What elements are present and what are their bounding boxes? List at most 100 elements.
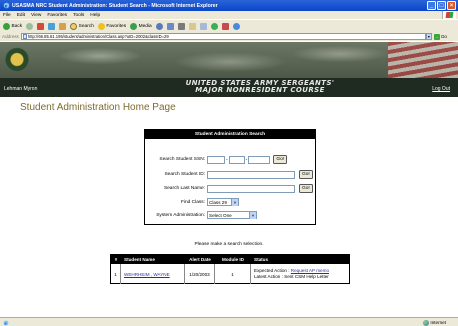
menu-edit[interactable]: Edit (17, 13, 25, 18)
table-row: 1 WEHRHEIM , WAYNE 1/20/2003 1 Expected … (111, 264, 349, 284)
ssn-part3-input[interactable] (248, 155, 271, 164)
chevron-down-icon: ▼ (231, 199, 238, 207)
star-icon (97, 22, 105, 30)
page-title: Student Administration Home Page (20, 102, 176, 113)
menu-tools[interactable]: Tools (73, 13, 84, 18)
edit-button[interactable] (188, 22, 196, 30)
system-admin-select[interactable]: Select One ▼ (207, 211, 257, 220)
row-number: 1 (111, 264, 121, 284)
media-icon (130, 22, 138, 30)
print-icon (177, 22, 185, 30)
find-class-select[interactable]: Class 29 ▼ (207, 198, 239, 207)
user-name: Lehman Myron (4, 86, 38, 92)
print-button[interactable] (177, 22, 185, 30)
search-icon (70, 22, 78, 30)
ssn-part1-input[interactable] (207, 155, 225, 164)
site-banner: Lehman Myron UNITED STATES ARMY SERGEANT… (0, 42, 458, 97)
col-header-status: Status (254, 257, 269, 262)
last-name-label: Search Last Name: (163, 186, 205, 191)
col-header-student-name: Student Name (124, 257, 155, 262)
research-button[interactable] (221, 22, 229, 30)
edit-icon (188, 22, 196, 30)
menu-file[interactable]: File (3, 13, 11, 18)
refresh-button[interactable] (48, 22, 56, 30)
latest-action-line: Latest Action : Sent CSM Help Letter (254, 274, 329, 279)
favorites-button[interactable]: Favorites (97, 22, 126, 30)
system-admin-label: System Administration: (156, 212, 205, 218)
banner-headline-line2: MAJOR NONRESIDENT COURSE (195, 86, 325, 94)
globe-icon (422, 319, 429, 326)
last-name-row: Search Last Name: Go! (147, 184, 313, 193)
research-icon (221, 22, 229, 30)
student-id-label: Search Student ID: (164, 172, 205, 177)
menu-favorites[interactable]: Favorites (47, 13, 67, 18)
maximize-button[interactable]: □ (437, 1, 446, 10)
student-id-input[interactable] (207, 170, 295, 179)
security-zone: Internet (422, 319, 446, 326)
col-header-module-id: Module ID (222, 257, 244, 262)
last-name-go-button[interactable]: Go! (299, 184, 313, 193)
army-crest-icon (4, 46, 30, 76)
minimize-button[interactable]: _ (427, 1, 436, 10)
back-button[interactable]: Back (3, 22, 22, 30)
history-button[interactable] (155, 22, 163, 30)
window-title-bar: e USASMA NRC Student Administration: Stu… (0, 0, 458, 11)
page-status-icon: e (3, 320, 9, 326)
menu-help[interactable]: Help (90, 13, 100, 18)
ssn-label: Search Student SSN: (159, 157, 205, 162)
col-header-alert-date: Alert Date (189, 257, 211, 262)
flag-image (388, 42, 458, 82)
window-title: USASMA NRC Student Administration: Stude… (12, 2, 218, 9)
status-bar: e Internet (0, 317, 458, 326)
last-name-input[interactable] (207, 184, 295, 193)
banner-headline: UNITED STATES ARMY SERGEANTS' MAJOR NONR… (160, 80, 360, 94)
search-panel: Student Administration Search Search Stu… (144, 129, 316, 225)
toolbar: Back Search Favorites Media (0, 19, 458, 32)
col-header-number: # (114, 257, 118, 262)
address-bar: Address http://66.85.61.195/student/admi… (0, 32, 458, 41)
request-ap-memo-link[interactable]: Request AP memo (291, 268, 329, 273)
home-icon (59, 22, 67, 30)
logout-link[interactable]: Log Out (432, 86, 450, 92)
student-id-row: Search Student ID: Go! (147, 170, 313, 179)
address-dropdown-button[interactable]: ▾ (425, 33, 432, 40)
ssn-dash-1: - (226, 156, 228, 163)
row-alert-date: 1/20/2003 (185, 264, 215, 284)
zone-label: Internet (430, 320, 446, 325)
ssn-go-button[interactable]: Go! (273, 155, 288, 164)
search-button[interactable]: Search (70, 22, 94, 30)
go-button[interactable]: → Go (433, 33, 447, 40)
window-controls: _ □ × (427, 1, 456, 10)
extra-tool-button[interactable] (232, 22, 240, 30)
close-button[interactable]: × (447, 1, 456, 10)
search-panel-header: Student Administration Search (145, 130, 315, 139)
messenger-icon (210, 22, 218, 30)
home-button[interactable] (59, 22, 67, 30)
mail-icon (166, 22, 174, 30)
discuss-icon (199, 22, 207, 30)
results-table: # Student Name Alert Date Module ID Stat… (110, 254, 350, 284)
back-arrow-icon (3, 22, 10, 30)
address-input[interactable]: http://66.85.61.195/student/administrati… (20, 33, 426, 40)
find-class-row: Find Class: Class 29 ▼ (147, 198, 239, 207)
ssn-part2-input[interactable] (228, 155, 245, 164)
student-id-go-button[interactable]: Go! (299, 170, 313, 179)
mail-button[interactable] (166, 22, 174, 30)
messenger-button[interactable] (210, 22, 218, 30)
address-url: http://66.85.61.195/student/administrati… (27, 34, 169, 39)
windows-logo-icon (442, 11, 456, 19)
discuss-button[interactable] (199, 22, 207, 30)
forward-button[interactable] (26, 22, 34, 30)
ie-logo-icon: e (3, 2, 10, 10)
results-header-row: # Student Name Alert Date Module ID Stat… (111, 255, 349, 264)
extra-tool-icon (232, 22, 240, 30)
row-module-id: 1 (215, 264, 251, 284)
media-button[interactable]: Media (130, 22, 152, 30)
stop-button[interactable] (37, 22, 45, 30)
history-icon (155, 22, 163, 30)
system-admin-row: System Administration: Select One ▼ (147, 211, 257, 220)
student-name-link[interactable]: WEHRHEIM , WAYNE (124, 272, 170, 277)
ssn-dash-2: - (245, 156, 248, 163)
menu-view[interactable]: View (31, 13, 41, 18)
system-admin-value: Select One (209, 212, 232, 218)
